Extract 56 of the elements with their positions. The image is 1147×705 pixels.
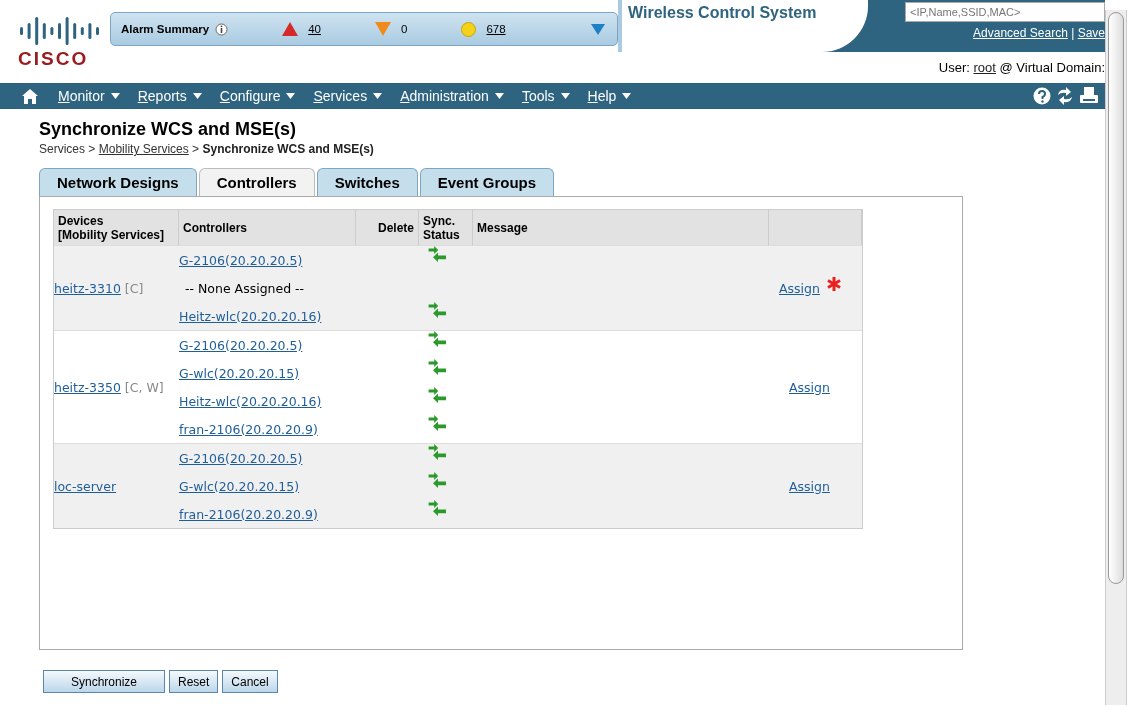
tab[interactable]: Event Groups bbox=[419, 168, 555, 196]
header-link[interactable]: Save bbox=[1077, 26, 1105, 40]
controller-link[interactable]: G-2106(20.20.20.5) bbox=[179, 450, 303, 466]
controller-link[interactable]: G-2106(20.20.20.5) bbox=[179, 252, 303, 268]
link-separator: | bbox=[1070, 26, 1076, 40]
controller-link[interactable]: G-wlc(20.20.20.15) bbox=[179, 478, 300, 494]
alarm-count-link[interactable]: 678 bbox=[486, 23, 506, 35]
user-link[interactable]: root bbox=[973, 60, 996, 75]
alarm-count: 0 bbox=[401, 23, 408, 35]
action-button[interactable]: Synchronize bbox=[43, 670, 165, 693]
breadcrumb-separator: > bbox=[87, 142, 97, 156]
action-button[interactable]: Reset bbox=[169, 670, 219, 693]
nav-menu[interactable]: Administration bbox=[400, 88, 504, 104]
device-roles: [C, W] bbox=[123, 379, 164, 395]
breadcrumb-current: Synchronize WCS and MSE(s) bbox=[202, 142, 374, 156]
tab[interactable]: Controllers bbox=[198, 168, 315, 196]
breadcrumb-item: Services bbox=[39, 142, 85, 156]
column-header: Message bbox=[473, 210, 769, 245]
assign-link[interactable]: Assign bbox=[789, 478, 830, 494]
page-title: Synchronize WCS and MSE(s) bbox=[39, 119, 298, 140]
column-header: Controllers bbox=[179, 210, 356, 245]
nav-menu[interactable]: Tools bbox=[521, 88, 570, 104]
nav-menu[interactable]: Services bbox=[313, 88, 383, 104]
controller-link[interactable]: fran-2106(20.20.20.9) bbox=[179, 421, 318, 437]
breadcrumb-separator: > bbox=[191, 142, 201, 156]
breadcrumb-link[interactable]: Mobility Services bbox=[98, 142, 189, 156]
device-roles: [C] bbox=[123, 280, 144, 296]
product-title: Wireless Control System bbox=[618, 0, 868, 52]
logo-text: CISCO bbox=[18, 49, 90, 68]
domain-label: @ Virtual Domain: bbox=[999, 60, 1105, 75]
column-header: Sync. Status bbox=[419, 210, 473, 245]
assign-link[interactable]: Assign bbox=[779, 280, 820, 296]
controller-link[interactable]: G-wlc(20.20.20.15) bbox=[179, 365, 300, 381]
device-link[interactable]: heitz-3310 bbox=[54, 280, 121, 296]
device-link[interactable]: heitz-3350 bbox=[54, 379, 121, 395]
controller-link[interactable]: Heitz-wlc(20.20.20.16) bbox=[179, 393, 322, 409]
nav-menu[interactable]: Monitor bbox=[58, 88, 120, 104]
no-controller-text: -- None Assigned -- bbox=[184, 280, 305, 296]
alarm-summary-label: Alarm Summary bbox=[121, 23, 210, 35]
controller-link[interactable]: fran-2106(20.20.20.9) bbox=[179, 506, 318, 522]
column-header: Delete bbox=[356, 210, 419, 245]
nav-menu[interactable]: Reports bbox=[137, 88, 202, 104]
nav-menu[interactable]: Help bbox=[587, 88, 632, 104]
user-label: User: bbox=[938, 60, 970, 75]
tab[interactable]: Switches bbox=[316, 168, 418, 196]
header-link[interactable]: Advanced Search bbox=[973, 26, 1068, 40]
alarm-count-link[interactable]: 40 bbox=[308, 23, 321, 35]
assign-link[interactable]: Assign bbox=[789, 379, 830, 395]
device-link[interactable]: loc-server bbox=[54, 478, 117, 494]
controller-link[interactable]: Heitz-wlc(20.20.20.16) bbox=[179, 308, 322, 324]
controller-link[interactable]: G-2106(20.20.20.5) bbox=[179, 337, 303, 353]
tab[interactable]: Network Designs bbox=[39, 168, 197, 196]
action-button[interactable]: Cancel bbox=[222, 670, 278, 693]
search-field[interactable]: <IP,Name,SSID,MAC> bbox=[905, 2, 1105, 22]
nav-menu[interactable]: Configure bbox=[219, 88, 296, 104]
column-header: Devices [Mobility Services] bbox=[54, 210, 179, 245]
